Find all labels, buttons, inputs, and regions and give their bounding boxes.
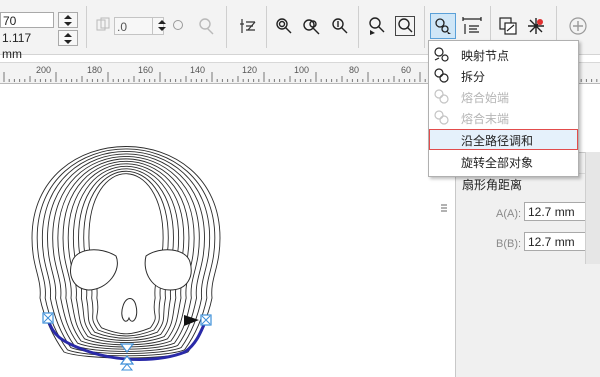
field-b-input[interactable]: 12.7 mm [524, 232, 586, 251]
start-object-button[interactable] [364, 13, 390, 39]
panel-scrollbar[interactable] [585, 152, 600, 264]
rotation-spinner[interactable] [152, 17, 166, 35]
toolbar-separator [424, 6, 425, 48]
clear-blend-button[interactable] [523, 13, 549, 39]
field-a-label: A(A): [496, 208, 522, 220]
menu-item-blend-along-full-path[interactable]: 沿全路径调和 [429, 129, 578, 150]
menu-item-label: 熔合末端 [461, 112, 510, 126]
steps-input[interactable]: 70 [0, 12, 54, 28]
add-preset-button[interactable] [565, 13, 591, 39]
ruler-label: 200 [36, 65, 52, 75]
ruler-label: 100 [294, 65, 310, 75]
ruler-label: 80 [349, 65, 360, 75]
fuse-start-icon [433, 88, 451, 106]
menu-item-rotate-all-objects[interactable]: 旋转全部对象 [429, 151, 578, 172]
skull-blend-artwork[interactable] [0, 83, 455, 377]
ruler-label: 180 [87, 65, 103, 75]
path-acceleration-button[interactable] [327, 13, 353, 39]
toolbar-separator [266, 6, 267, 48]
loop-radio[interactable] [173, 20, 183, 30]
rotation-icon [96, 17, 110, 33]
menu-item-label: 拆分 [461, 70, 486, 84]
path-properties-button[interactable] [430, 13, 456, 39]
menu-item-fuse-start: 熔合始端 [429, 86, 578, 107]
color-acceleration-button[interactable] [271, 13, 297, 39]
field-b-label: B(B): [496, 238, 522, 250]
panel-grip-icon[interactable] [438, 195, 450, 225]
menu-item-label: 熔合始端 [461, 91, 510, 105]
blend-docker-panel: 扇形角距离 A(A): 12.7 mm B(B): 12.7 mm [455, 152, 600, 377]
object-acceleration-button[interactable] [235, 13, 261, 39]
spacing-value[interactable]: 1.117 mm [0, 30, 54, 61]
menu-item-map-nodes[interactable]: 映射节点 [429, 44, 578, 65]
ruler-label: 140 [190, 65, 206, 75]
ruler-label: 60 [401, 65, 412, 75]
field-a-input[interactable]: 12.7 mm [524, 202, 586, 221]
menu-item-split[interactable]: 拆分 [429, 65, 578, 86]
toolbar-separator [358, 6, 359, 48]
toolbar-separator [226, 6, 227, 48]
menu-item-label: 映射节点 [461, 49, 510, 63]
copy-blend-properties-button[interactable] [495, 13, 521, 39]
map-nodes-icon [433, 46, 451, 64]
toolbar-separator [86, 6, 87, 48]
fan-distance-label: 扇形角距离 [462, 178, 523, 192]
menu-item-label: 沿全路径调和 [461, 134, 534, 148]
blend-step-outline [31, 146, 221, 359]
fuse-end-icon [433, 109, 451, 127]
steps-spinner[interactable] [58, 12, 78, 28]
blend-rotation-input[interactable]: .0 [114, 17, 154, 35]
size-acceleration-button[interactable] [299, 13, 325, 39]
blend-direction-button[interactable] [194, 13, 220, 39]
menu-item-label: 旋转全部对象 [461, 156, 534, 170]
more-blend-options-button[interactable] [459, 13, 485, 39]
menu-item-fuse-end: 熔合末端 [429, 107, 578, 128]
path-properties-menu: 映射节点 拆分 熔合始端 熔合末端 沿全路径调和 旋转全部对象 [428, 40, 579, 177]
ruler-label: 160 [138, 65, 154, 75]
split-icon [433, 67, 451, 85]
drawing-canvas[interactable] [0, 83, 455, 377]
spacing-spinner[interactable] [58, 30, 78, 46]
ruler-label: 120 [242, 65, 258, 75]
end-object-button[interactable] [392, 13, 418, 39]
